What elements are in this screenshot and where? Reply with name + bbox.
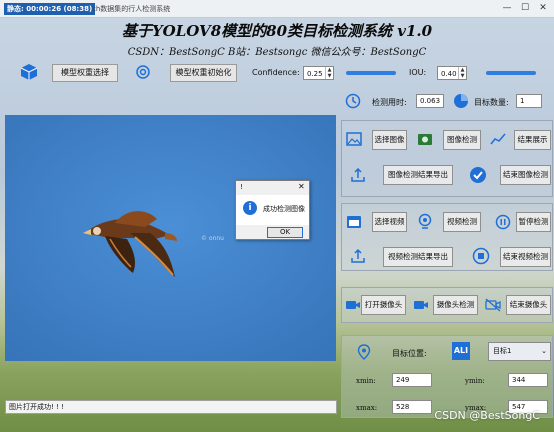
photo-detect-icon [417, 131, 433, 147]
target-select-dropdown[interactable]: 目标1 ⌄ [488, 342, 551, 361]
open-camera-button[interactable]: 打开摄像头 [361, 295, 406, 315]
target-list-icon: ALI [452, 342, 470, 360]
end-image-button[interactable]: 结束图像检测 [500, 165, 551, 185]
iou-label: IOU: [409, 68, 427, 77]
pie-chart-icon [453, 93, 469, 109]
ymin-label: ymin: [465, 377, 485, 385]
dialog-close-button[interactable]: ✕ [298, 182, 305, 191]
upload-icon [350, 167, 366, 183]
model-init-button[interactable]: 模型权重初始化 [170, 64, 237, 82]
info-icon: i [243, 201, 257, 215]
confidence-slider[interactable] [346, 71, 396, 75]
cube-icon [20, 63, 38, 81]
camera-icon [345, 297, 361, 313]
iou-value: 0.40 [441, 70, 457, 78]
maximize-button[interactable]: ☐ [518, 2, 532, 15]
dialog-message: 成功检测图像 [263, 205, 305, 213]
target-select-value: 目标1 [493, 347, 512, 355]
confidence-value: 0.25 [307, 70, 323, 78]
ymin-field: 344 [508, 373, 548, 387]
close-button[interactable]: ✕ [536, 2, 550, 15]
camera-off-icon [485, 297, 501, 313]
export-image-button[interactable]: 图像检测结果导出 [383, 165, 453, 185]
window-title: ch数据集的行人检测系统 [92, 5, 171, 13]
spin-arrows-icon[interactable]: ▲ ▼ [458, 67, 466, 79]
location-icon [357, 344, 371, 360]
model-select-button[interactable]: 模型权重选择 [52, 64, 118, 82]
webcam-icon [417, 213, 433, 229]
xmax-field: 528 [392, 400, 432, 414]
end-video-button[interactable]: 结束视频检测 [500, 247, 551, 267]
video-file-icon [346, 214, 362, 230]
dialog-title: ! [240, 183, 243, 191]
select-image-button[interactable]: 选择图像 [372, 130, 407, 150]
recording-badge: 静态: 00:00:26 (08:38) [4, 3, 96, 15]
pause-icon[interactable] [495, 214, 511, 230]
position-label: 目标位置: [392, 349, 427, 358]
confidence-label: Confidence: [252, 68, 300, 77]
pause-detect-button[interactable]: 暂停检测 [516, 212, 551, 232]
image-watermark: © onnu [201, 235, 224, 242]
minimize-button[interactable]: — [500, 2, 514, 15]
video-camera-icon [413, 297, 429, 313]
xmin-label: xmin: [356, 377, 376, 385]
time-label: 检测用时: [372, 98, 407, 107]
chevron-down-icon[interactable]: ⌄ [541, 343, 547, 360]
stop-icon[interactable] [472, 247, 490, 265]
status-bar: 图片打开成功! ! ! [5, 400, 337, 414]
line-chart-icon [490, 131, 506, 147]
count-label: 目标数量: [474, 98, 509, 107]
xmin-field: 249 [392, 373, 432, 387]
image-icon [346, 131, 362, 147]
spin-arrows-icon[interactable]: ▲ ▼ [325, 67, 333, 79]
csdn-watermark: CSDN @BestSongC [434, 409, 540, 422]
confidence-spinbox[interactable]: 0.25 ▲ ▼ [303, 66, 334, 80]
upload-icon [350, 248, 366, 264]
xmax-label: xmax: [356, 404, 378, 412]
settings-icon[interactable] [135, 64, 151, 80]
time-value: 0.063 [416, 94, 444, 108]
ok-button[interactable]: OK [267, 227, 303, 238]
iou-slider[interactable] [486, 71, 536, 75]
page-subtitle: CSDN：BestSongC B站：Bestsongc 微信公众号：BestSo… [127, 47, 427, 58]
end-camera-button[interactable]: 结束摄像头 [506, 295, 551, 315]
select-video-button[interactable]: 选择视频 [372, 212, 407, 232]
detect-image-button[interactable]: 图像检测 [443, 130, 481, 150]
check-circle-icon [469, 166, 487, 184]
detect-camera-button[interactable]: 摄像头检测 [433, 295, 478, 315]
detect-video-button[interactable]: 视频检测 [443, 212, 481, 232]
iou-spinbox[interactable]: 0.40 ▲ ▼ [437, 66, 467, 80]
show-result-button[interactable]: 结果展示 [514, 130, 551, 150]
count-value: 1 [516, 94, 542, 108]
success-dialog: ! ✕ i 成功检测图像 OK [235, 180, 310, 240]
export-video-button[interactable]: 视频检测结果导出 [383, 247, 453, 267]
page-title: 基于YOLOV8模型的80类目标检测系统 v1.0 [121, 22, 433, 40]
clock-icon [345, 93, 361, 109]
